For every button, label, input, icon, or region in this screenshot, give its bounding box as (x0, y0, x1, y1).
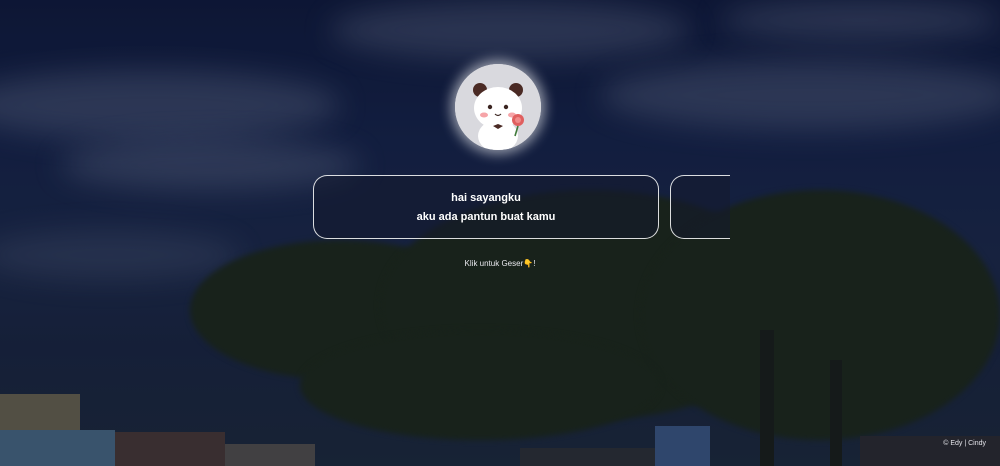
hint-suffix: ! (533, 259, 536, 268)
footer-credit: © Edy | Cindy (943, 440, 986, 447)
background-scene: hai sayangku aku ada pantun buat kamu Kl… (0, 0, 1000, 466)
swipe-hint: Klik untuk Geser👇! (0, 259, 1000, 268)
pointing-hand-icon: 👇 (523, 259, 534, 268)
avatar (455, 64, 541, 150)
hint-text: Klik untuk Geser (464, 259, 524, 268)
pantun-card[interactable]: hai sayangku aku ada pantun buat kamu (313, 175, 659, 239)
panda-bear-icon (455, 64, 541, 150)
card-line-1: hai sayangku (451, 191, 521, 204)
next-card-peek[interactable] (670, 175, 730, 239)
card-line-2: aku ada pantun buat kamu (416, 210, 556, 223)
